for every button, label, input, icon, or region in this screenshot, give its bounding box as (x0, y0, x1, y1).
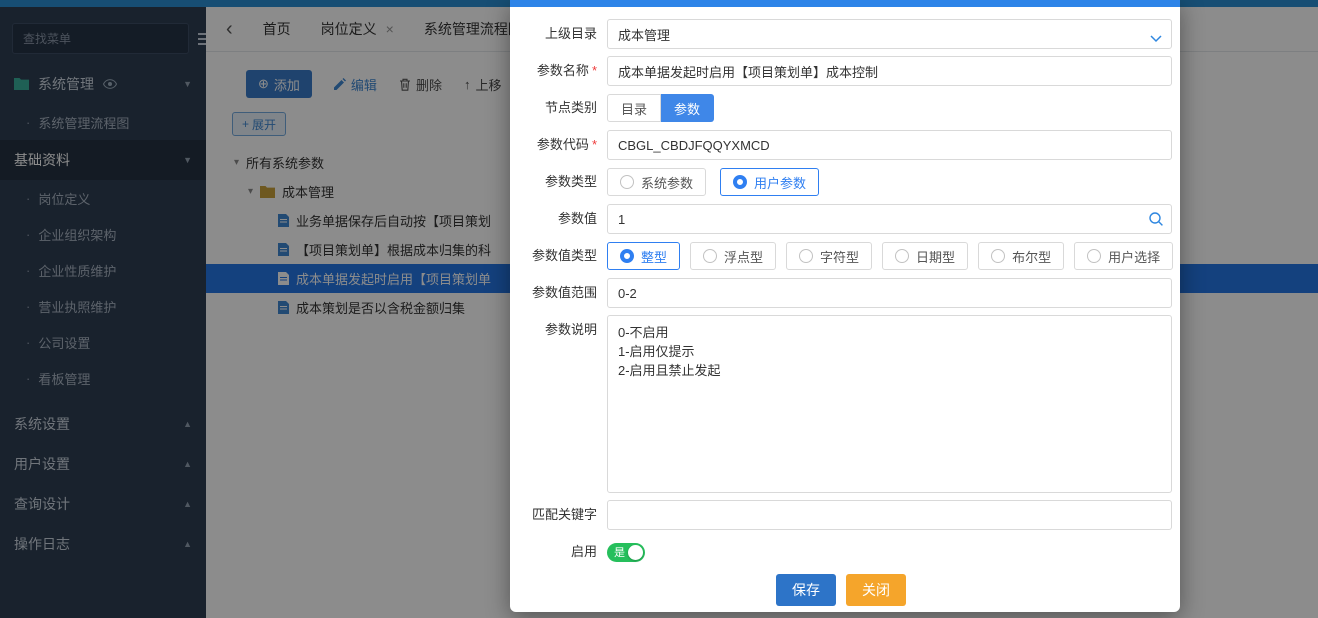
select-value: 成本管理 (618, 25, 670, 44)
form-row-match-keyword: 匹配关键字 (510, 500, 1172, 530)
form-row-param-description: 参数说明 0-不启用 1-启用仅提示 2-启用且禁止发起 (510, 315, 1172, 493)
edit-parameter-dialog: 上级目录 成本管理 参数名称* 节点类别 (510, 0, 1180, 612)
field-label: 参数代码* (510, 130, 607, 160)
value-type-option-date[interactable]: 日期型 (882, 242, 968, 270)
form-row-parent-directory: 上级目录 成本管理 (510, 19, 1172, 49)
field-label: 匹配关键字 (510, 500, 607, 530)
radio-selected-icon (733, 175, 747, 189)
form-row-value-range: 参数值范围 (510, 278, 1172, 308)
node-type-option-directory[interactable]: 目录 (607, 94, 661, 122)
field-label: 节点类别 (510, 93, 607, 123)
dialog-footer: 保存 关闭 (510, 574, 1172, 606)
form-row-enable: 启用 是 (510, 537, 1172, 567)
radio-icon (1087, 249, 1101, 263)
param-value-input[interactable] (607, 204, 1172, 234)
field-label: 参数值范围 (510, 278, 607, 308)
param-name-input[interactable] (607, 56, 1172, 86)
param-type-radio-group: 系统参数 用户参数 (607, 168, 819, 196)
radio-icon (991, 249, 1005, 263)
field-label: 启用 (510, 537, 607, 567)
field-label: 参数值 (510, 204, 607, 234)
radio-icon (620, 175, 634, 189)
param-type-option-system[interactable]: 系统参数 (607, 168, 706, 196)
search-icon[interactable] (1148, 211, 1164, 232)
chevron-down-icon (1150, 30, 1162, 48)
radio-icon (895, 249, 909, 263)
param-description-textarea[interactable]: 0-不启用 1-启用仅提示 2-启用且禁止发起 (607, 315, 1172, 493)
value-type-option-string[interactable]: 字符型 (786, 242, 872, 270)
radio-icon (703, 249, 717, 263)
form-row-value-type: 参数值类型 整型 浮点型 字符型 (510, 241, 1172, 271)
form-row-node-type: 节点类别 目录 参数 (510, 93, 1172, 123)
form-row-param-type: 参数类型 系统参数 用户参数 (510, 167, 1172, 197)
param-code-input[interactable] (607, 130, 1172, 160)
form-row-param-name: 参数名称* (510, 56, 1172, 86)
field-label: 参数值类型 (510, 241, 607, 271)
value-type-option-boolean[interactable]: 布尔型 (978, 242, 1064, 270)
field-label: 上级目录 (510, 19, 607, 49)
required-asterisk: * (592, 63, 597, 78)
radio-icon (799, 249, 813, 263)
switch-on-label: 是 (614, 544, 625, 560)
field-label: 参数名称* (510, 56, 607, 86)
node-type-segmented: 目录 参数 (607, 94, 714, 122)
value-type-option-integer[interactable]: 整型 (607, 242, 680, 270)
form-row-param-value: 参数值 (510, 204, 1172, 234)
radio-selected-icon (620, 249, 634, 263)
match-keyword-input[interactable] (607, 500, 1172, 530)
close-button[interactable]: 关闭 (846, 574, 906, 606)
switch-knob (628, 545, 643, 560)
param-type-option-user[interactable]: 用户参数 (720, 168, 819, 196)
required-asterisk: * (592, 137, 597, 152)
value-type-radio-group: 整型 浮点型 字符型 日期型 (607, 242, 1173, 270)
value-type-option-float[interactable]: 浮点型 (690, 242, 776, 270)
value-type-option-user-select[interactable]: 用户选择 (1074, 242, 1173, 270)
field-label: 参数类型 (510, 167, 607, 197)
field-label: 参数说明 (510, 315, 607, 345)
save-button[interactable]: 保存 (776, 574, 836, 606)
parameter-form: 上级目录 成本管理 参数名称* 节点类别 (510, 7, 1180, 606)
node-type-option-parameter[interactable]: 参数 (661, 94, 714, 122)
dialog-header-bar (510, 0, 1180, 7)
value-range-input[interactable] (607, 278, 1172, 308)
form-row-param-code: 参数代码* (510, 130, 1172, 160)
parent-directory-select[interactable]: 成本管理 (607, 19, 1172, 49)
enable-switch[interactable]: 是 (607, 543, 645, 562)
